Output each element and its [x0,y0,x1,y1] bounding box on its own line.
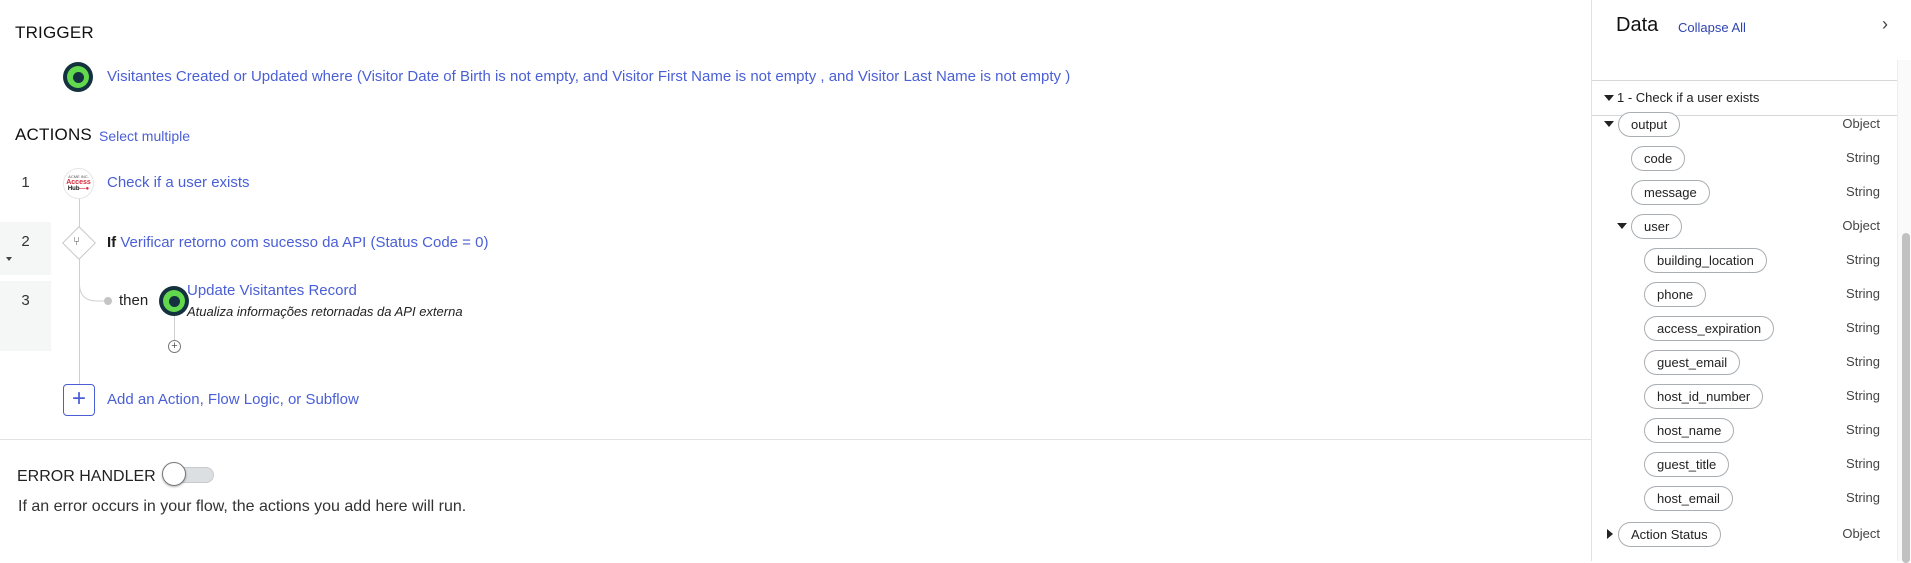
data-pill-guest-title[interactable]: guest_title [1644,452,1730,477]
branch-dot [104,297,112,305]
type-label: String [1846,252,1880,267]
data-pill-guest-email[interactable]: guest_email [1644,350,1741,375]
branch-connector-line [174,316,175,340]
toggle-knob [162,462,186,486]
section-divider [0,439,1591,440]
type-label: String [1846,456,1880,471]
if-condition-label[interactable]: Verificar retorno com sucesso da API (St… [120,234,488,251]
step-number: 2 [21,233,30,250]
data-panel-title: Data [1616,14,1659,36]
access-hub-logo-icon: ACME INC. Access Hub—● [63,168,94,199]
type-label: String [1846,388,1880,403]
step-update-visitantes[interactable]: Update Visitantes Record [187,282,357,299]
data-panel: Data Collapse All › 1 - Check if a user … [1591,0,1911,563]
type-label: String [1846,354,1880,369]
data-pill-host-email[interactable]: host_email [1644,486,1733,511]
data-pill-host-id-number[interactable]: host_id_number [1644,384,1764,409]
section-title: 1 - Check if a user exists [1617,90,1760,105]
data-pill-code[interactable]: code [1631,146,1686,171]
collapse-caret-icon[interactable] [6,257,12,261]
branch-glyph-icon: ⑂ [73,234,81,248]
trigger-heading: TRIGGER [15,23,94,42]
scrollbar-thumb[interactable] [1902,233,1910,563]
close-panel-chevron-icon[interactable]: › [1882,14,1888,35]
type-label: String [1846,150,1880,165]
step-number: 3 [21,292,30,309]
actions-heading: ACTIONS [15,125,92,144]
select-multiple-link[interactable]: Select multiple [99,128,190,144]
type-label: String [1846,184,1880,199]
step-annotation: Atualiza informações retornadas da API e… [187,304,463,319]
data-pill-access-expiration[interactable]: access_expiration [1644,316,1775,341]
type-label: Object [1842,116,1880,131]
type-label: String [1846,422,1880,437]
error-handler-toggle[interactable] [162,462,214,486]
data-pill-output[interactable]: output [1618,112,1681,137]
step-if-condition[interactable]: If Verificar retorno com sucesso da API … [107,234,488,251]
data-pill-building-location[interactable]: building_location [1644,248,1767,273]
data-pill-phone[interactable]: phone [1644,282,1707,307]
data-pill-action-status[interactable]: Action Status [1618,522,1721,547]
add-action-link[interactable]: Add an Action, Flow Logic, or Subflow [107,391,359,408]
trigger-description[interactable]: Visitantes Created or Updated where (Vis… [107,68,1070,85]
error-handler-heading: ERROR HANDLER [17,468,156,485]
caret-down-icon[interactable] [1604,121,1614,127]
type-label: String [1846,320,1880,335]
update-record-icon [159,286,189,316]
caret-right-icon[interactable] [1607,529,1613,539]
if-keyword: If [107,234,117,251]
type-label: String [1846,490,1880,505]
step-check-user-exists[interactable]: Check if a user exists [107,174,250,191]
caret-down-icon[interactable] [1617,223,1627,229]
then-label: then [119,292,149,309]
type-label: String [1846,286,1880,301]
type-label: Object [1842,526,1880,541]
collapse-all-link[interactable]: Collapse All [1678,20,1746,35]
step-number: 1 [21,174,30,191]
record-trigger-icon [63,62,93,92]
data-pill-host-name[interactable]: host_name [1644,418,1735,443]
add-action-plus-button[interactable]: + [63,384,95,416]
data-pill-message[interactable]: message [1631,180,1710,205]
type-label: Object [1842,218,1880,233]
section-header[interactable]: 1 - Check if a user exists [1592,80,1897,116]
scrollbar[interactable] [1897,60,1911,563]
data-pill-user[interactable]: user [1631,214,1683,239]
error-handler-description: If an error occurs in your flow, the act… [18,498,467,515]
add-inner-step-plus-icon[interactable]: + [168,340,181,353]
caret-down-icon [1604,95,1614,101]
